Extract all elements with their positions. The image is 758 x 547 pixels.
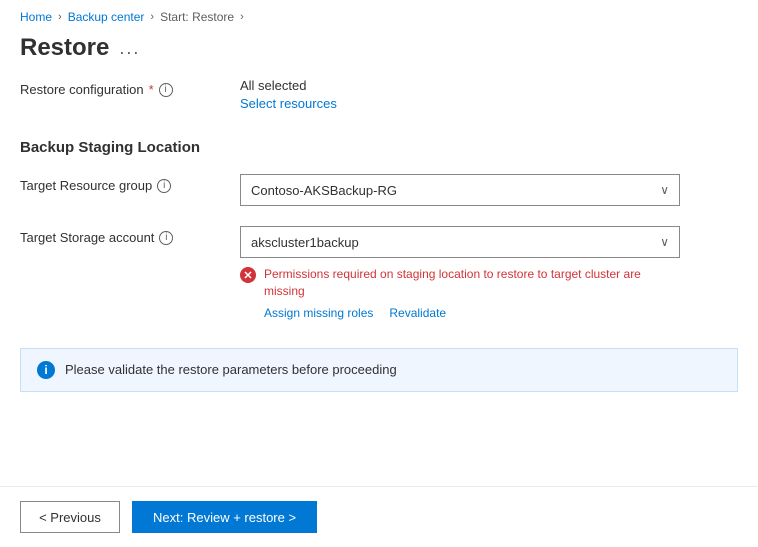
restore-config-info-icon[interactable]: i: [159, 83, 173, 97]
target-storage-info-icon[interactable]: i: [159, 231, 173, 245]
info-banner: i Please validate the restore parameters…: [20, 348, 738, 392]
revalidate-link[interactable]: Revalidate: [389, 306, 446, 320]
breadcrumb-home[interactable]: Home: [20, 10, 52, 24]
target-rg-info-icon[interactable]: i: [157, 179, 171, 193]
next-button[interactable]: Next: Review + restore >: [132, 501, 317, 533]
breadcrumb-sep-3: ›: [240, 11, 244, 23]
target-storage-value-area: akscluster1backup ∨ ✕ Permissions requir…: [240, 226, 738, 320]
target-rg-dropdown[interactable]: Contoso-AKSBackup-RG ∨: [240, 174, 680, 206]
info-banner-icon: i: [37, 361, 55, 379]
target-storage-dropdown[interactable]: akscluster1backup ∨: [240, 226, 680, 258]
info-banner-text: Please validate the restore parameters b…: [65, 362, 397, 377]
error-actions: Assign missing roles Revalidate: [240, 306, 680, 320]
breadcrumb-sep-2: ›: [150, 11, 154, 23]
backup-staging-title: Backup Staging Location: [20, 139, 738, 156]
page-title: Restore: [20, 34, 109, 62]
error-message: ✕ Permissions required on staging locati…: [240, 266, 680, 300]
restore-config-value: All selected Select resources: [240, 78, 738, 111]
target-storage-selected: akscluster1backup: [251, 235, 359, 250]
target-storage-label-text: Target Storage account: [20, 230, 154, 245]
target-storage-row: Target Storage account i akscluster1back…: [20, 226, 738, 320]
page-header: Restore ...: [0, 30, 758, 78]
breadcrumb: Home › Backup center › Start: Restore ›: [0, 0, 758, 30]
error-icon: ✕: [240, 267, 256, 283]
target-storage-arrow-icon: ∨: [660, 235, 669, 249]
content-area: Restore configuration * i All selected S…: [0, 78, 758, 392]
target-storage-label: Target Storage account i: [20, 226, 240, 245]
assign-missing-roles-link[interactable]: Assign missing roles: [264, 306, 373, 320]
target-rg-row: Target Resource group i Contoso-AKSBacku…: [20, 174, 738, 206]
target-rg-label: Target Resource group i: [20, 174, 240, 193]
more-options-icon[interactable]: ...: [119, 38, 140, 59]
error-text: Permissions required on staging location…: [264, 266, 680, 300]
previous-button[interactable]: < Previous: [20, 501, 120, 533]
target-rg-arrow-icon: ∨: [660, 183, 669, 197]
restore-config-label-text: Restore configuration: [20, 82, 144, 97]
breadcrumb-sep-1: ›: [58, 11, 62, 23]
breadcrumb-start-restore: Start: Restore: [160, 10, 234, 24]
target-rg-value: Contoso-AKSBackup-RG ∨: [240, 174, 738, 206]
all-selected-text: All selected: [240, 78, 738, 93]
select-resources-link[interactable]: Select resources: [240, 96, 337, 111]
target-rg-label-text: Target Resource group: [20, 178, 152, 193]
error-block: ✕ Permissions required on staging locati…: [240, 266, 680, 320]
restore-config-row: Restore configuration * i All selected S…: [20, 78, 738, 111]
required-star: *: [149, 82, 154, 97]
restore-config-label: Restore configuration * i: [20, 78, 240, 97]
breadcrumb-backup-center[interactable]: Backup center: [68, 10, 145, 24]
restore-config-section: Restore configuration * i All selected S…: [20, 78, 738, 111]
footer: < Previous Next: Review + restore >: [0, 486, 758, 547]
backup-staging-section: Backup Staging Location Target Resource …: [20, 139, 738, 320]
target-rg-selected: Contoso-AKSBackup-RG: [251, 183, 397, 198]
